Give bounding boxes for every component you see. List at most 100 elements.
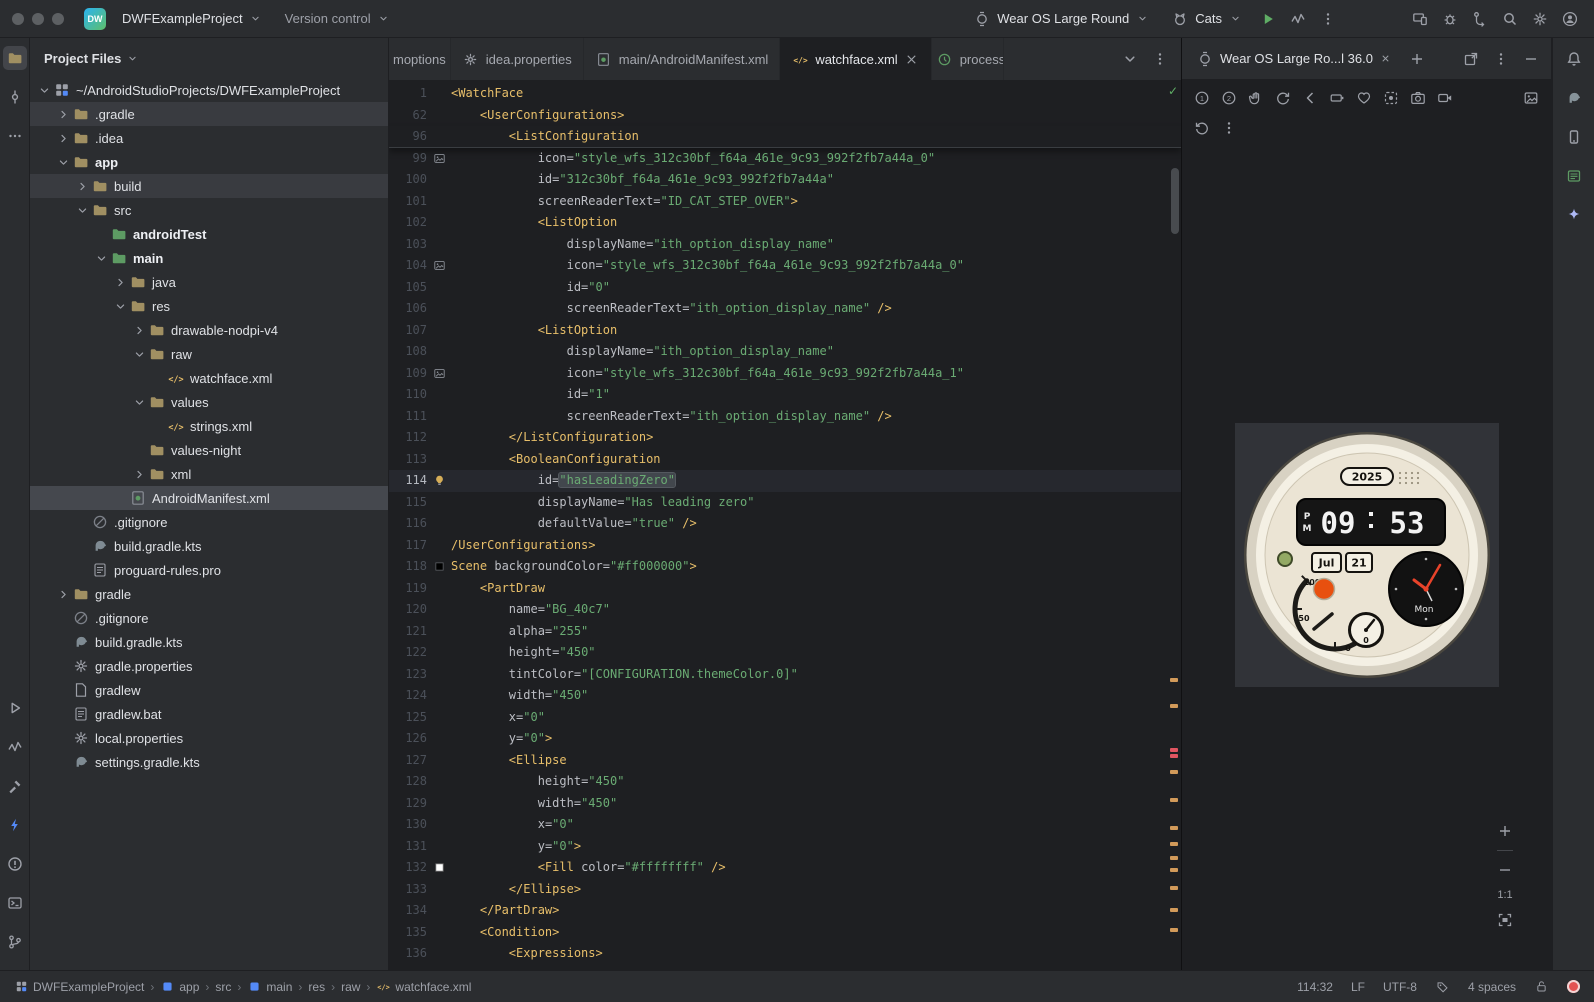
code-line[interactable]: 112 </ListConfiguration>: [389, 427, 1181, 449]
tree-item[interactable]: values-night: [30, 438, 388, 462]
chevron-right-icon[interactable]: [55, 130, 72, 147]
editor-scrollbar[interactable]: [1171, 168, 1179, 234]
zoom-in-button[interactable]: [1493, 819, 1517, 843]
code-line[interactable]: 122 height="450": [389, 642, 1181, 664]
code-line[interactable]: 126 y="0">: [389, 728, 1181, 750]
problems-button[interactable]: [3, 852, 27, 876]
project-menu[interactable]: DWFExampleProject: [114, 7, 271, 30]
tree-item[interactable]: .idea: [30, 126, 388, 150]
tree-item[interactable]: gradle: [30, 582, 388, 606]
warning-stripe-mark[interactable]: [1170, 678, 1178, 682]
tree-item[interactable]: </> watchface.xml: [30, 366, 388, 390]
chevron-down-icon[interactable]: [36, 82, 53, 99]
open-in-window-button[interactable]: [1459, 47, 1483, 71]
running-device-tab[interactable]: Wear OS Large Ro...l 36.0: [1190, 46, 1399, 72]
editor-tab[interactable]: processDebug: [932, 38, 1004, 80]
chevron-right-icon[interactable]: [112, 274, 129, 291]
code-line[interactable]: 117/UserConfigurations>: [389, 535, 1181, 557]
project-button[interactable]: [2, 46, 27, 70]
code-line[interactable]: 120 name="BG_40c7": [389, 599, 1181, 621]
logcat-button[interactable]: [1562, 164, 1586, 188]
palm-icon[interactable]: [1244, 86, 1268, 110]
run-button[interactable]: [3, 696, 27, 720]
tree-item[interactable]: .gitignore: [30, 606, 388, 630]
code-line[interactable]: 62 <UserConfigurations>: [389, 105, 1181, 127]
code-line[interactable]: 102 <ListOption: [389, 212, 1181, 234]
breadcrumb-item[interactable]: raw: [341, 980, 360, 994]
version-control-menu[interactable]: Version control: [277, 7, 399, 30]
maximize-window-button[interactable]: [52, 12, 64, 25]
code-line[interactable]: 121 alpha="255": [389, 621, 1181, 643]
button-2-icon[interactable]: 2: [1217, 86, 1241, 110]
code-line[interactable]: 119 <PartDraw: [389, 578, 1181, 600]
chevron-down-icon[interactable]: [131, 394, 148, 411]
breadcrumb-item[interactable]: DWFExampleProject: [14, 979, 144, 994]
caret-position[interactable]: 114:32: [1297, 980, 1333, 994]
code-line[interactable]: 124 width="450": [389, 685, 1181, 707]
tree-item[interactable]: proguard-rules.pro: [30, 558, 388, 582]
code-line[interactable]: 123 tintColor="[CONFIGURATION.themeColor…: [389, 664, 1181, 686]
tree-item[interactable]: build: [30, 174, 388, 198]
code-line[interactable]: 115 displayName="Has leading zero": [389, 492, 1181, 514]
warning-stripe-mark[interactable]: [1170, 908, 1178, 912]
code-line[interactable]: 109 icon="style_wfs_312c30bf_f64a_461e_9…: [389, 363, 1181, 385]
breadcrumb-item[interactable]: src: [215, 980, 231, 994]
tree-item[interactable]: androidTest: [30, 222, 388, 246]
warning-stripe-mark[interactable]: [1170, 868, 1178, 872]
tree-item[interactable]: settings.gradle.kts: [30, 750, 388, 774]
tree-item[interactable]: local.properties: [30, 726, 388, 750]
run-button[interactable]: [1256, 7, 1280, 31]
code-line[interactable]: 111 screenReaderText="ith_option_display…: [389, 406, 1181, 428]
editor-tab[interactable]: moptions: [389, 38, 451, 80]
fit-to-window-button[interactable]: [1493, 908, 1517, 932]
tree-item[interactable]: raw: [30, 342, 388, 366]
tree-item[interactable]: app: [30, 150, 388, 174]
code-line[interactable]: 105 id="0": [389, 277, 1181, 299]
tree-item[interactable]: xml: [30, 462, 388, 486]
error-notification-dot[interactable]: [1567, 980, 1580, 993]
snapshot-icon[interactable]: [1379, 86, 1403, 110]
tree-item[interactable]: .gitignore: [30, 510, 388, 534]
tree-item[interactable]: build.gradle.kts: [30, 534, 388, 558]
build-button[interactable]: [3, 774, 27, 798]
search-icon[interactable]: [1498, 7, 1522, 31]
heart-icon[interactable]: [1352, 86, 1376, 110]
breadcrumb-item[interactable]: main: [247, 979, 292, 994]
lock-icon[interactable]: [1534, 979, 1549, 994]
code-line[interactable]: 106 screenReaderText="ith_option_display…: [389, 298, 1181, 320]
chevron-down-icon[interactable]: [93, 250, 110, 267]
tree-item[interactable]: </> strings.xml: [30, 414, 388, 438]
watch-face-display[interactable]: 2025 P M 09 53 Jul 21 Mon 100 50 0 0: [1234, 423, 1499, 687]
code-line[interactable]: 116 defaultValue="true" />: [389, 513, 1181, 535]
chevron-down-icon[interactable]: [55, 154, 72, 171]
editor-tab[interactable]: idea.properties: [451, 38, 584, 80]
close-window-button[interactable]: [12, 12, 24, 25]
tree-item[interactable]: drawable-nodpi-v4: [30, 318, 388, 342]
warning-stripe-mark[interactable]: [1170, 842, 1178, 846]
code-line[interactable]: 1 <WatchFace: [389, 83, 1181, 105]
chevron-right-icon[interactable]: [131, 322, 148, 339]
chevron-down-icon[interactable]: [125, 51, 139, 65]
line-separator[interactable]: LF: [1351, 980, 1365, 994]
tree-item[interactable]: build.gradle.kts: [30, 630, 388, 654]
code-line[interactable]: 128 height="450": [389, 771, 1181, 793]
editor-tab[interactable]: </> watchface.xml: [780, 38, 932, 80]
profiler-button[interactable]: [1286, 7, 1310, 31]
code-line[interactable]: 110 id="1": [389, 384, 1181, 406]
code-review-icon[interactable]: [1468, 7, 1492, 31]
device-mirroring-icon[interactable]: [1408, 7, 1432, 31]
tree-item[interactable]: res: [30, 294, 388, 318]
code-line[interactable]: 129 width="450": [389, 793, 1181, 815]
code-editor[interactable]: 1 <WatchFace 62 <UserConfigurations> 96 <Li…: [389, 80, 1181, 970]
chevron-down-icon[interactable]: [131, 346, 148, 363]
notifications-button[interactable]: [1562, 47, 1586, 71]
code-line[interactable]: 113 <BooleanConfiguration: [389, 449, 1181, 471]
code-line[interactable]: 100 id="312c30bf_f64a_461e_9c93_992f2fb7…: [389, 169, 1181, 191]
code-line[interactable]: 108 displayName="ith_option_display_name…: [389, 341, 1181, 363]
indent-size[interactable]: 4 spaces: [1468, 980, 1516, 994]
close-device-icon[interactable]: [1379, 52, 1393, 66]
panel-options-button[interactable]: [1489, 47, 1513, 71]
tree-item[interactable]: .gradle: [30, 102, 388, 126]
terminal-button[interactable]: [3, 891, 27, 915]
code-line[interactable]: 134 </PartDraw>: [389, 900, 1181, 922]
